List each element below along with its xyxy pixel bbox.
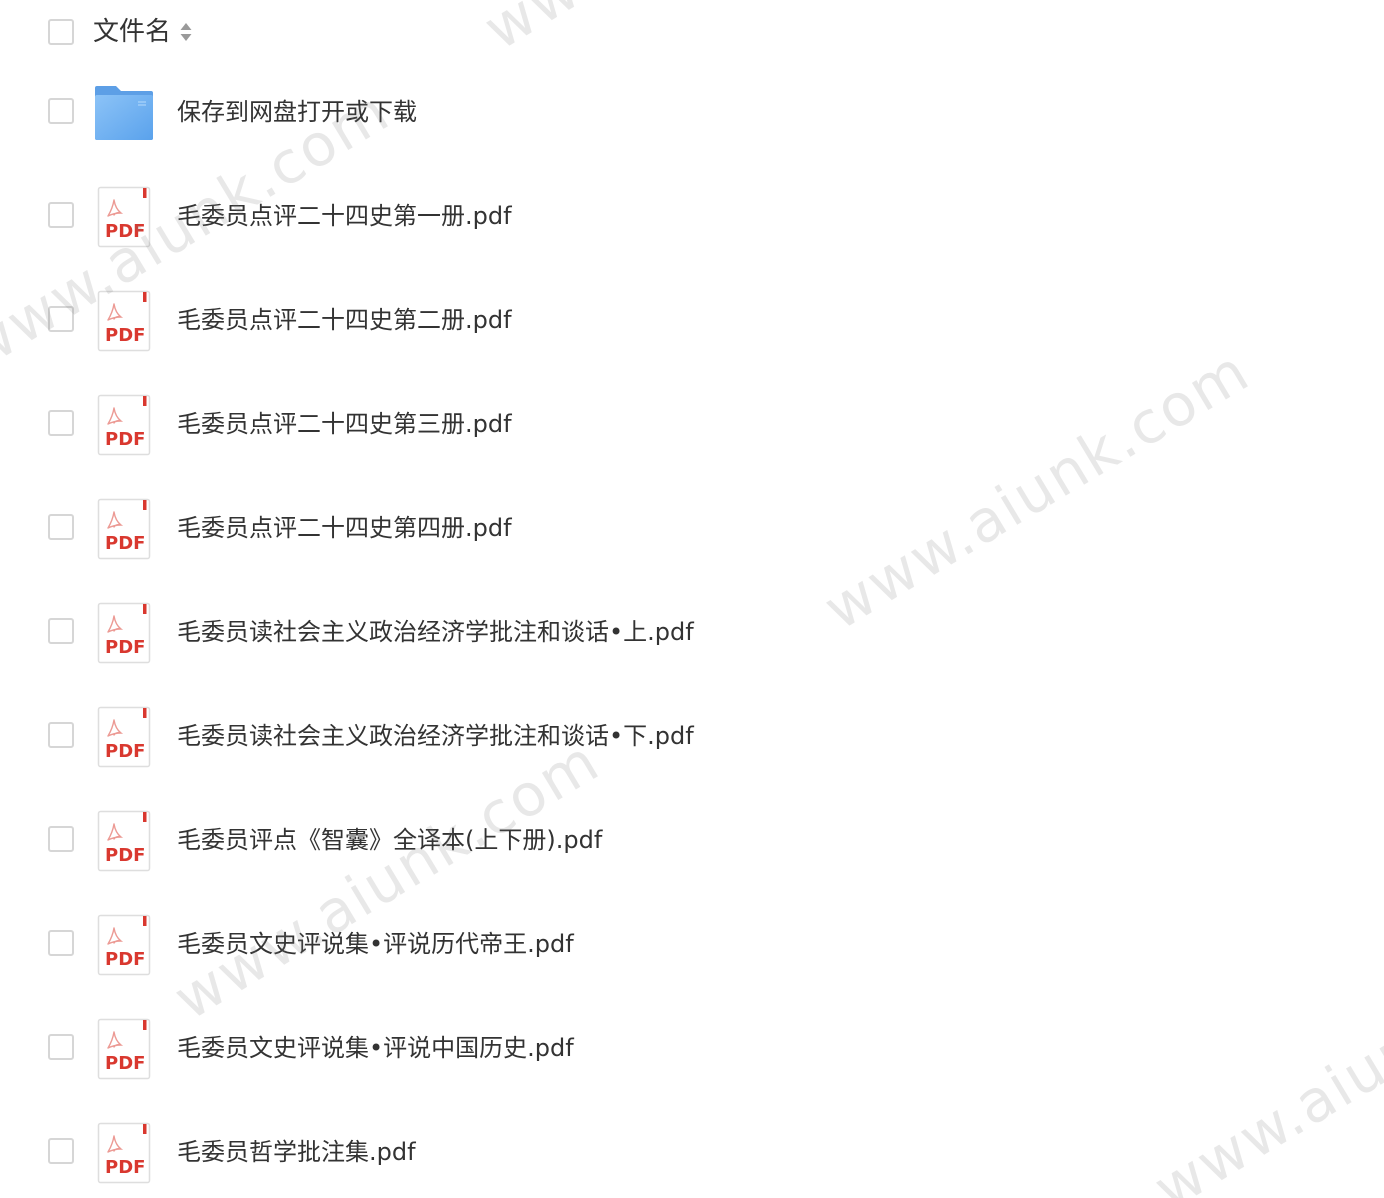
- row-checkbox[interactable]: [48, 618, 74, 644]
- row-checkbox[interactable]: [48, 410, 74, 436]
- sort-icon[interactable]: [179, 21, 193, 43]
- row-checkbox[interactable]: [48, 930, 74, 956]
- column-header-filename: 文件名: [93, 17, 172, 47]
- pdf-label: PDF: [105, 221, 145, 242]
- row-checkbox[interactable]: [48, 1034, 74, 1060]
- file-row[interactable]: PDF 毛委员哲学批注集.pdf: [0, 1100, 1384, 1198]
- pdf-file-icon: PDF: [94, 706, 154, 768]
- file-name[interactable]: 毛委员文史评说集•评说中国历史.pdf: [177, 1032, 574, 1064]
- pdf-label: PDF: [105, 1157, 145, 1178]
- pdf-label: PDF: [105, 949, 145, 970]
- pdf-label: PDF: [105, 741, 145, 762]
- pdf-file-icon: PDF: [94, 290, 154, 352]
- pdf-file-icon: PDF: [94, 186, 154, 248]
- pdf-file-icon: PDF: [94, 498, 154, 560]
- file-name[interactable]: 毛委员读社会主义政治经济学批注和谈话•上.pdf: [177, 616, 694, 648]
- select-all-checkbox[interactable]: [48, 19, 74, 45]
- file-row[interactable]: PDF 毛委员文史评说集•评说中国历史.pdf: [0, 996, 1384, 1100]
- file-name[interactable]: 毛委员读社会主义政治经济学批注和谈话•下.pdf: [177, 720, 694, 752]
- row-checkbox[interactable]: [48, 514, 74, 540]
- row-checkbox[interactable]: [48, 202, 74, 228]
- file-name[interactable]: 毛委员点评二十四史第四册.pdf: [177, 512, 512, 544]
- pdf-file-icon: PDF: [94, 1122, 154, 1184]
- pdf-file-icon: PDF: [94, 394, 154, 456]
- file-name[interactable]: 毛委员哲学批注集.pdf: [177, 1136, 416, 1168]
- row-checkbox[interactable]: [48, 306, 74, 332]
- folder-row[interactable]: 保存到网盘打开或下载: [0, 60, 1384, 164]
- file-name[interactable]: 保存到网盘打开或下载: [177, 96, 417, 128]
- pdf-file-icon: PDF: [94, 914, 154, 976]
- row-checkbox[interactable]: [48, 98, 74, 124]
- pdf-label: PDF: [105, 1053, 145, 1074]
- row-checkbox[interactable]: [48, 722, 74, 748]
- file-name[interactable]: 毛委员文史评说集•评说历代帝王.pdf: [177, 928, 574, 960]
- pdf-label: PDF: [105, 845, 145, 866]
- file-list-header: 文件名: [0, 0, 1384, 64]
- row-checkbox[interactable]: [48, 1138, 74, 1164]
- pdf-label: PDF: [105, 325, 145, 346]
- folder-icon: [94, 82, 154, 144]
- pdf-label: PDF: [105, 637, 145, 658]
- file-name[interactable]: 毛委员点评二十四史第二册.pdf: [177, 304, 512, 336]
- row-checkbox[interactable]: [48, 826, 74, 852]
- file-list-page: 文件名 保存到网盘打开或下载 PDF 毛委员点评二十四史第一册.pdf PDF 毛委员点…: [0, 0, 1384, 1198]
- file-name[interactable]: 毛委员点评二十四史第三册.pdf: [177, 408, 512, 440]
- file-name[interactable]: 毛委员点评二十四史第一册.pdf: [177, 200, 512, 232]
- file-row[interactable]: PDF 毛委员点评二十四史第三册.pdf: [0, 372, 1384, 476]
- file-row[interactable]: PDF 毛委员点评二十四史第四册.pdf: [0, 476, 1384, 580]
- pdf-file-icon: PDF: [94, 602, 154, 664]
- file-row[interactable]: PDF 毛委员文史评说集•评说历代帝王.pdf: [0, 892, 1384, 996]
- file-row[interactable]: PDF 毛委员读社会主义政治经济学批注和谈话•下.pdf: [0, 684, 1384, 788]
- file-row[interactable]: PDF 毛委员点评二十四史第一册.pdf: [0, 164, 1384, 268]
- pdf-file-icon: PDF: [94, 1018, 154, 1080]
- file-row[interactable]: PDF 毛委员读社会主义政治经济学批注和谈话•上.pdf: [0, 580, 1384, 684]
- file-row[interactable]: PDF 毛委员评点《智囊》全译本(上下册).pdf: [0, 788, 1384, 892]
- pdf-label: PDF: [105, 533, 145, 554]
- file-row[interactable]: PDF 毛委员点评二十四史第二册.pdf: [0, 268, 1384, 372]
- file-name[interactable]: 毛委员评点《智囊》全译本(上下册).pdf: [177, 824, 602, 856]
- pdf-file-icon: PDF: [94, 810, 154, 872]
- pdf-label: PDF: [105, 429, 145, 450]
